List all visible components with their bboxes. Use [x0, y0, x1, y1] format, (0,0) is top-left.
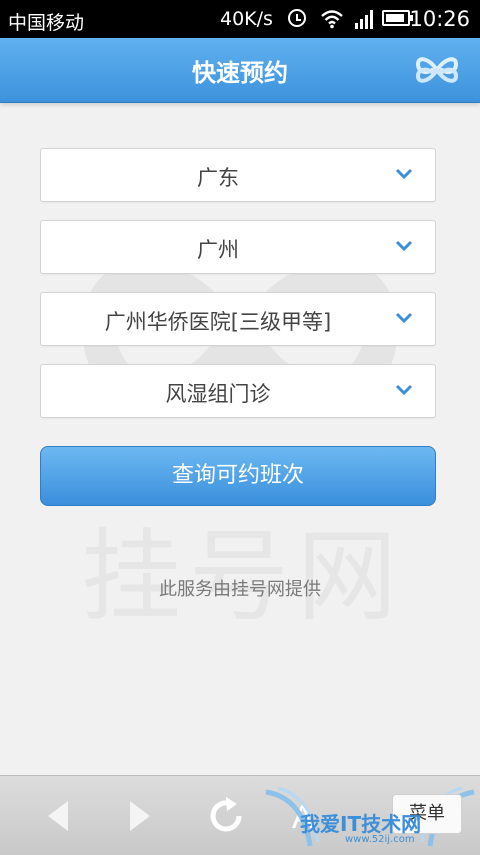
city-value: 广州: [197, 238, 239, 262]
hospital-select[interactable]: 广州华侨医院[三级甲等]: [40, 292, 436, 346]
department-value: 风湿组门诊: [165, 382, 271, 406]
chevron-down-icon: [395, 312, 413, 324]
page-title: 快速预约: [192, 59, 288, 87]
signal-icon: [355, 10, 373, 29]
site-watermark-text: 我爱IT技术网: [300, 812, 422, 836]
wifi-icon: [321, 10, 343, 29]
query-schedule-button[interactable]: 查询可约班次: [40, 446, 436, 506]
province-select[interactable]: 广东: [40, 148, 436, 202]
department-select[interactable]: 风湿组门诊: [40, 364, 436, 418]
carrier-label: 中国移动: [8, 12, 85, 34]
network-speed: 40K/s: [220, 8, 273, 30]
hospital-value: 广州华侨医院[三级甲等]: [104, 310, 332, 334]
alarm-icon: [288, 9, 306, 27]
app-header: 快速预约: [0, 38, 480, 103]
chevron-down-icon: [395, 168, 413, 180]
forward-arrow-icon[interactable]: [126, 799, 154, 833]
city-select[interactable]: 广州: [40, 220, 436, 274]
back-arrow-icon[interactable]: [44, 799, 72, 833]
province-value: 广东: [197, 166, 239, 190]
refresh-icon[interactable]: [206, 796, 246, 836]
guahao-logo-icon[interactable]: [414, 52, 460, 88]
chevron-down-icon: [395, 384, 413, 396]
battery-icon: [382, 10, 413, 26]
status-bar: 中国移动 40K/s 10:26: [0, 0, 480, 38]
clock: 10:26: [409, 7, 470, 31]
provider-note: 此服务由挂号网提供: [159, 579, 321, 600]
browser-toolbar: A 菜单 我爱IT技术网 www.52ij.com: [0, 775, 480, 855]
watermark-text: 挂号网: [81, 518, 405, 635]
site-watermark-url: www.52ij.com: [345, 834, 415, 845]
chevron-down-icon: [395, 240, 413, 252]
